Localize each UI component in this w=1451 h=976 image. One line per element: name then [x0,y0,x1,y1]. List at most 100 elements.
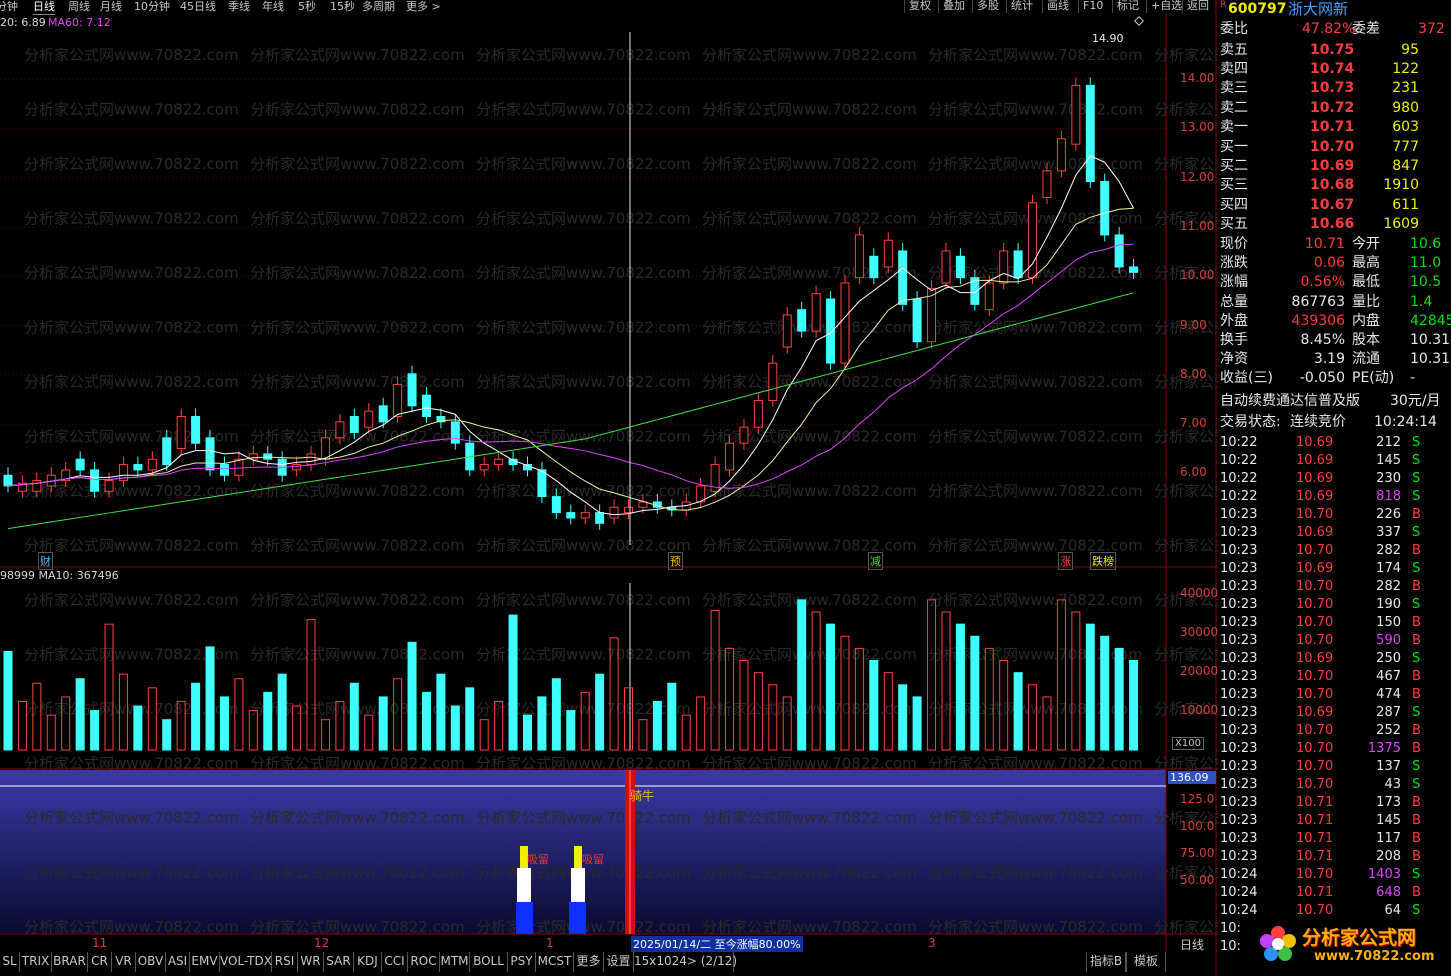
indicator-tab[interactable]: MCST [536,952,574,972]
watermark-text: 分析家公式网www.70822.com [476,755,691,773]
tick-volume: 252 [1376,723,1401,738]
indicator-tab[interactable]: SL [0,952,20,972]
tick-volume: 590 [1376,633,1401,648]
signal-bar-bottom [516,902,533,934]
order-book-row[interactable]: 买一 10.70 777 [1218,138,1451,157]
tick-price: 10.70 [1296,759,1334,774]
tick-side: S [1412,471,1421,486]
indicator-tab[interactable]: WR [298,952,324,972]
stat-label: 内盘 [1352,312,1380,329]
volume-bar [90,710,100,751]
bottom-right-tab[interactable]: 指标B [1086,952,1126,972]
indicator-tab[interactable]: ROC [408,952,440,972]
order-book-row[interactable]: 买五 10.66 1609 [1218,215,1451,234]
indicator-tab[interactable]: OBV [136,952,166,972]
volume-bar [263,691,273,751]
order-book-row[interactable]: 卖二 10.72 980 [1218,99,1451,118]
event-tag[interactable]: 跌榜 [1090,552,1116,570]
period-label[interactable]: 日线 [1180,936,1204,953]
indicator-tab[interactable]: BOLL [470,952,508,972]
tick-side: S [1412,651,1421,666]
tick-time: 10:22 [1220,489,1258,504]
candle-body [1085,84,1095,183]
volume-unit: X100 [1172,737,1204,750]
order-book-row[interactable]: 卖一 10.71 603 [1218,118,1451,137]
stock-code: 600797 [1228,1,1287,17]
indicator-tab[interactable]: 设置 [604,952,634,972]
tick-volume: 145 [1376,453,1401,468]
indicator-tab[interactable]: KDJ [354,952,382,972]
indicator-tab[interactable]: PSY [508,952,536,972]
order-book-row[interactable]: 卖三 10.73 231 [1218,79,1451,98]
order-diff-value: 372 [1418,21,1445,37]
tick-row: 10:23 10.70 282 B [1218,542,1451,560]
watermark-text: 分析家公式网www.70822.com [24,864,239,882]
tick-time: 10: [1220,921,1241,936]
volume-bar [320,719,330,751]
indicator-tab[interactable]: TRIX [20,952,52,972]
order-book-row[interactable]: 卖五 10.75 95 [1218,41,1451,60]
order-book-row[interactable]: 买三 10.68 1910 [1218,176,1451,195]
candle-body [955,255,965,279]
bottom-right-tab[interactable]: 模板 [1126,952,1166,972]
indicator-tab[interactable]: RSI [272,952,298,972]
order-ratio-row: 委比 47.82% 委差 372 [1218,20,1451,39]
signal-bar-top [574,846,582,868]
watermark-text: 分析家公式网www.70822.com [250,537,465,555]
order-book-label: 买三 [1220,177,1248,194]
watermark-text: 分析家公式网www.70822.com [250,864,465,882]
indicator-tab[interactable]: VR [112,952,136,972]
tick-side: B [1412,849,1421,864]
indicator-tab[interactable]: CR [88,952,112,972]
event-tag[interactable]: 减 [868,552,883,570]
candle-body [162,437,172,466]
stat-value: 0.56% [1300,274,1345,291]
tick-time: 10:23 [1220,615,1258,630]
watermark-text: 分析家公式网www.70822.com [1154,537,1218,555]
stock-name: 浙大网新 [1288,0,1349,18]
indicator-tab[interactable]: EMV [190,952,220,972]
indicator-tab[interactable]: SAR [324,952,354,972]
order-book-row[interactable]: 买二 10.69 847 [1218,157,1451,176]
watermark-text: 分析家公式网www.70822.com [24,264,239,282]
volume-bar [941,611,951,751]
order-book-row[interactable]: 卖四 10.74 122 [1218,60,1451,79]
watermark-text: 分析家公式网www.70822.com [476,373,691,391]
event-tag[interactable]: 预 [668,552,683,570]
ad-text[interactable]: 自动续费通达信普及版 [1220,392,1360,411]
event-tag[interactable]: 涨 [1058,552,1073,570]
tick-volume: 648 [1376,885,1401,900]
indicator-tab[interactable]: CCI [382,952,408,972]
candle-body [1042,170,1052,199]
volume-bar [364,714,374,751]
ad-row[interactable]: 自动续费通达信普及版 30元/月 [1218,392,1451,411]
indicator-tab[interactable]: MTM [440,952,470,972]
watermark-text: 分析家公式网www.70822.com [702,373,917,391]
tick-price: 10.70 [1296,543,1334,558]
stat-row: 总量 867763 量比 1.4 [1218,293,1451,312]
tick-row: 10:23 10.71 117 B [1218,830,1451,848]
chart-area[interactable]: 分析家公式网www.70822.com 分析家公式网www.70822.com 分析… [0,0,1218,976]
order-book-row[interactable]: 买四 10.67 611 [1218,196,1451,215]
tick-price: 10.70 [1296,867,1334,882]
indicator-tab[interactable]: 15x1024> (2/12) [634,952,737,972]
indicator-tab[interactable]: BRAR [52,952,88,972]
volume-bar [1129,660,1139,751]
volume-bar [797,599,807,751]
tick-side: S [1412,453,1421,468]
site-logo: 分析家公式网 www.70822.com [1258,920,1451,970]
indicator-tab[interactable]: VOL-TDX [220,952,272,972]
flower-logo-icon [1260,926,1296,961]
order-book-volume: 847 [1392,158,1419,175]
tick-row: 10:22 10.69 818 S [1218,488,1451,506]
stat-label: 净资 [1220,351,1248,368]
indicator-tab[interactable]: 更多 [574,952,604,972]
event-tag[interactable]: 财 [38,552,53,570]
tick-volume: 117 [1376,831,1401,846]
tick-side: B [1412,507,1421,522]
watermark-text: 分析家公式网www.70822.com [24,809,239,827]
tick-time: 10:23 [1220,849,1258,864]
tick-row: 10:22 10.69 212 S [1218,434,1451,452]
indicator-tab[interactable]: ASI [166,952,190,972]
tick-price: 10.70 [1296,507,1334,522]
